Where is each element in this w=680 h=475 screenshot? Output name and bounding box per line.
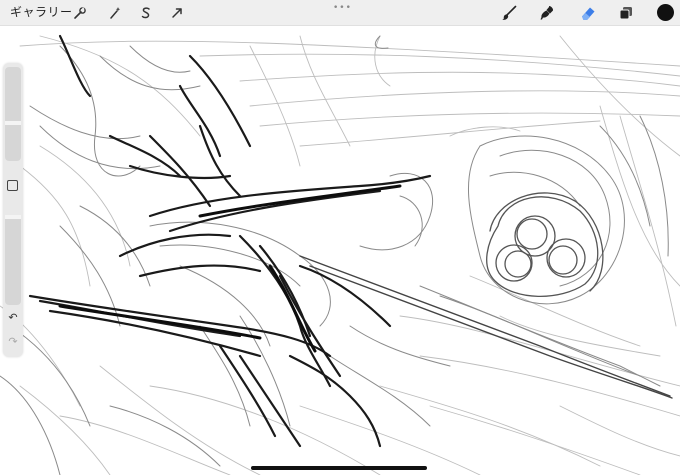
undo-button[interactable]: ↶ bbox=[6, 311, 20, 325]
opacity-slider[interactable] bbox=[5, 215, 21, 305]
magic-wand-icon[interactable] bbox=[105, 3, 125, 23]
transform-arrow-icon[interactable] bbox=[167, 3, 187, 23]
brush-icon[interactable] bbox=[499, 3, 519, 23]
opacity-thumb[interactable] bbox=[5, 215, 21, 219]
top-toolbar: ギャラリー ••• bbox=[0, 0, 680, 26]
sketch-artwork bbox=[0, 34, 680, 475]
brush-size-slider[interactable] bbox=[5, 67, 21, 161]
smudge-icon[interactable] bbox=[537, 3, 557, 23]
layers-icon[interactable] bbox=[616, 3, 636, 23]
drawing-canvas[interactable] bbox=[0, 26, 680, 475]
brush-size-thumb[interactable] bbox=[5, 121, 21, 125]
wrench-icon[interactable] bbox=[70, 3, 90, 23]
procreate-app: ギャラリー ••• ↶ ↷ bbox=[0, 0, 680, 475]
brush-sidebar: ↶ ↷ bbox=[3, 63, 23, 357]
redo-button[interactable]: ↷ bbox=[6, 335, 20, 349]
color-picker-swatch[interactable] bbox=[657, 4, 674, 21]
gallery-button[interactable]: ギャラリー bbox=[10, 4, 73, 20]
home-indicator[interactable] bbox=[251, 466, 427, 470]
selection-s-icon[interactable] bbox=[136, 3, 156, 23]
modify-button[interactable] bbox=[7, 180, 18, 191]
eraser-icon[interactable] bbox=[578, 3, 598, 23]
more-options-handle[interactable]: ••• bbox=[333, 4, 352, 13]
